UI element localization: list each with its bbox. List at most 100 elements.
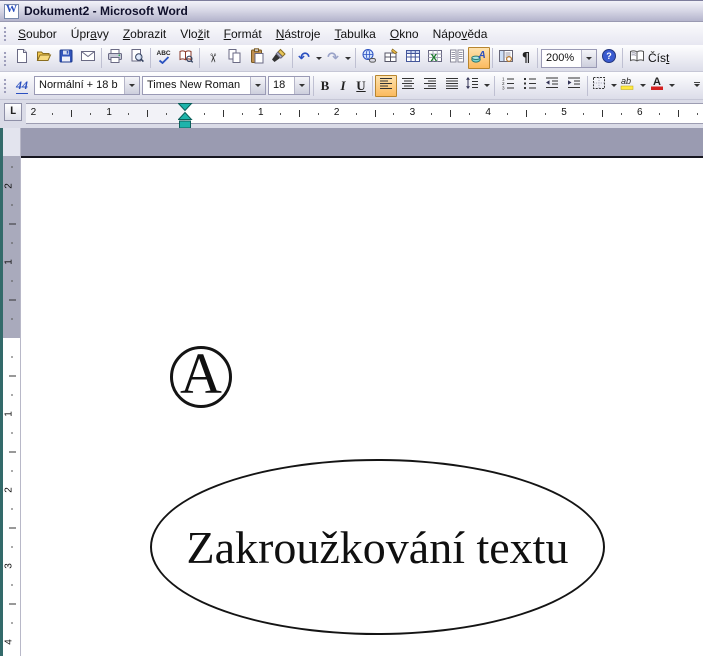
workspace-above-page (21, 128, 703, 156)
font-color-dropdown-button[interactable] (666, 75, 677, 97)
spelling-button[interactable]: ABC (153, 47, 175, 69)
center-button[interactable] (397, 75, 419, 97)
circle-shape-with-letter[interactable]: A (170, 346, 232, 408)
cut-scissors-icon: ✂ (207, 53, 219, 63)
font-combo[interactable]: Times New Roman (142, 76, 266, 95)
undo-button[interactable]: ↶ (295, 47, 313, 69)
align-right-button[interactable] (419, 75, 441, 97)
menu-bar: Soubor Úpravy Zobrazit Vložit Formát Nás… (0, 22, 703, 45)
redo-dropdown-button[interactable] (342, 47, 353, 69)
print-button[interactable] (104, 47, 126, 69)
menu-napoveda[interactable]: Nápověda (426, 24, 495, 44)
toolbar-options-button[interactable] (691, 74, 703, 98)
italic-button[interactable]: I (334, 75, 352, 97)
cut-button[interactable]: ✂ (202, 47, 224, 69)
tables-and-borders-button[interactable] (380, 47, 402, 69)
chevron-down-icon (484, 84, 490, 90)
new-document-button[interactable] (11, 47, 33, 69)
chevron-down-icon (586, 57, 592, 63)
h-ruler-mark: 6 (637, 107, 643, 118)
paste-button[interactable] (246, 47, 268, 69)
v-ruler-mark: 1 (3, 259, 14, 265)
underline-button[interactable]: U (352, 75, 370, 97)
chevron-down-icon (669, 84, 675, 90)
document-area: 211234 A Zakroužkování textu (0, 128, 703, 656)
v-ruler-mark: 2 (3, 183, 14, 189)
h-ruler-mark: 1 (258, 107, 264, 118)
print-preview-icon (129, 48, 145, 69)
menu-format[interactable]: Formát (217, 24, 269, 44)
menu-zobrazit[interactable]: Zobrazit (116, 24, 173, 44)
highlight-button[interactable]: ab (619, 75, 637, 97)
document-map-button[interactable] (495, 47, 517, 69)
tab-selector-button[interactable]: L (4, 103, 22, 121)
show-formatting-marks-button[interactable]: ¶ (517, 47, 535, 69)
menubar-grip-handle[interactable] (2, 25, 7, 42)
formatting-toolbar-grip-handle[interactable] (2, 77, 7, 94)
menu-upravy[interactable]: Úpravy (64, 24, 116, 44)
highlight-dropdown-button[interactable] (637, 75, 648, 97)
standard-toolbar-grip-handle[interactable] (2, 50, 7, 67)
line-spacing-dropdown-button[interactable] (481, 75, 492, 97)
border-dropdown-button[interactable] (608, 75, 619, 97)
font-color-button[interactable]: A (648, 75, 666, 97)
v-ruler-mark (11, 471, 13, 472)
drawing-button[interactable]: A (468, 47, 490, 69)
menu-nastroje[interactable]: Nástroje (269, 24, 328, 44)
style-combo[interactable]: Normální + 18 b (34, 76, 140, 95)
help-icon: ? (601, 48, 617, 69)
h-ruler-mark (583, 113, 584, 115)
zoom-dropdown-button[interactable] (581, 50, 596, 67)
word-app-icon[interactable]: W (4, 4, 19, 19)
size-combo[interactable]: 18 (268, 76, 310, 95)
bullets-button[interactable] (519, 75, 541, 97)
line-spacing-button[interactable] (463, 75, 481, 97)
menu-okno[interactable]: Okno (383, 24, 426, 44)
circled-letter: A (180, 345, 222, 403)
save-button[interactable] (55, 47, 77, 69)
h-ruler-mark: 2 (334, 107, 340, 118)
outside-border-button[interactable] (590, 75, 608, 97)
size-dropdown-button[interactable] (294, 77, 309, 94)
format-painter-button[interactable] (268, 47, 290, 69)
ruler-text-zone (3, 338, 21, 656)
menu-tabulka[interactable]: Tabulka (327, 24, 382, 44)
help-button[interactable]: ? (598, 47, 620, 69)
vertical-ruler[interactable]: 211234 (3, 128, 21, 656)
justify-button[interactable] (441, 75, 463, 97)
columns-button[interactable] (446, 47, 468, 69)
toolbar-separator (587, 76, 588, 96)
zoom-combo[interactable]: 200% (541, 49, 597, 68)
research-button[interactable] (175, 47, 197, 69)
insert-hyperlink-button[interactable] (358, 47, 380, 69)
menu-soubor[interactable]: Soubor (11, 24, 64, 44)
insert-table-button[interactable] (402, 47, 424, 69)
redo-button[interactable]: ↷ (324, 47, 342, 69)
insert-excel-worksheet-button[interactable]: X (424, 47, 446, 69)
bold-button[interactable]: B (316, 75, 334, 97)
ellipse-shape-with-text[interactable]: Zakroužkování textu (150, 459, 605, 635)
h-ruler-mark: 1 (106, 107, 112, 118)
menu-vlozit[interactable]: Vložit (173, 24, 216, 44)
style-dropdown-button[interactable] (124, 77, 139, 94)
align-left-button[interactable] (375, 75, 397, 97)
h-ruler-mark (147, 110, 148, 117)
styles-and-formatting-button[interactable]: 44 (11, 75, 33, 97)
print-preview-button[interactable] (126, 47, 148, 69)
decrease-indent-button[interactable] (541, 75, 563, 97)
numbering-button[interactable]: 123 (497, 75, 519, 97)
document-page[interactable]: A Zakroužkování textu (21, 158, 703, 656)
copy-button[interactable] (224, 47, 246, 69)
font-dropdown-button[interactable] (250, 77, 265, 94)
v-ruler-mark: 4 (3, 639, 14, 645)
tables-and-borders-icon (383, 48, 399, 69)
open-button[interactable] (33, 47, 55, 69)
increase-indent-button[interactable] (563, 75, 585, 97)
undo-dropdown-button[interactable] (313, 47, 324, 69)
horizontal-ruler[interactable]: 21123456 (26, 103, 703, 124)
svg-text:A: A (653, 76, 661, 88)
v-ruler-mark (11, 281, 13, 282)
h-ruler-mark: 4 (485, 107, 491, 118)
email-button[interactable] (77, 47, 99, 69)
read-layout-button[interactable]: Číst (625, 47, 673, 69)
